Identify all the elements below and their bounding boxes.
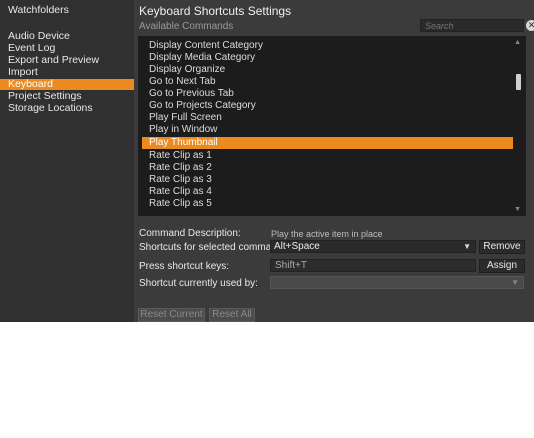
shortcut-keys-input[interactable] (270, 259, 476, 272)
assign-button[interactable]: Assign (479, 259, 525, 273)
list-item[interactable]: Go to Next Tab (138, 76, 514, 88)
scroll-up-arrow-icon[interactable]: ▲ (514, 39, 521, 46)
reset-all-button[interactable]: Reset All (209, 308, 255, 322)
sidebar-item-watchfolders[interactable]: Watchfolders (0, 5, 134, 16)
list-item[interactable]: Go to Previous Tab (138, 88, 514, 100)
sidebar-item-storage-locations[interactable]: Storage Locations (0, 103, 134, 114)
sidebar: Watchfolders Audio Device Event Log Expo… (0, 0, 134, 322)
reset-current-button[interactable]: Reset Current (138, 308, 205, 322)
scroll-down-arrow-icon[interactable]: ▼ (514, 206, 521, 213)
list-item[interactable]: Display Content Category (138, 40, 514, 52)
close-circle-icon[interactable]: ✕ (526, 20, 534, 31)
list-item[interactable]: Play in Window (138, 124, 514, 136)
list-item[interactable]: Rate Clip as 5 (138, 198, 514, 210)
list-item[interactable]: Rate Clip as 2 (138, 162, 514, 174)
list-item[interactable]: Rate Clip as 4 (138, 186, 514, 198)
command-description-value: Play the active item in place (271, 229, 383, 239)
list-item[interactable]: Rate Clip as 1 (138, 150, 514, 162)
list-item[interactable]: Display Media Category (138, 52, 514, 64)
search-box: ✕ (420, 19, 534, 32)
search-input[interactable] (425, 20, 511, 31)
sidebar-item-keyboard[interactable]: Keyboard (0, 79, 134, 90)
press-shortcut-label: Press shortcut keys: (139, 261, 230, 272)
remove-button[interactable]: Remove (479, 240, 525, 254)
main-panel: Keyboard Shortcuts Settings Available Co… (134, 0, 534, 322)
settings-window: Watchfolders Audio Device Event Log Expo… (0, 0, 534, 322)
command-description-label: Command Description: (139, 228, 241, 239)
sidebar-item-import[interactable]: Import (0, 67, 134, 78)
sidebar-item-export-and-preview[interactable]: Export and Preview (0, 55, 134, 66)
list-item[interactable]: Display Organize (138, 64, 514, 76)
list-item[interactable]: Play Full Screen (138, 112, 514, 124)
used-by-dropdown[interactable]: ▼ (270, 276, 524, 289)
chevron-down-icon: ▼ (463, 242, 471, 251)
available-commands-label: Available Commands (139, 21, 234, 32)
list-item[interactable]: Rate Clip as 3 (138, 174, 514, 186)
scrollbar-thumb[interactable] (516, 74, 521, 90)
chevron-down-icon: ▼ (511, 278, 519, 287)
used-by-label: Shortcut currently used by: (139, 278, 258, 289)
sidebar-item-project-settings[interactable]: Project Settings (0, 91, 134, 102)
shortcuts-dropdown-value: Alt+Space (274, 241, 320, 252)
shortcuts-label: Shortcuts for selected command: (139, 242, 286, 253)
list-item-selected[interactable]: Play Thumbnail (142, 137, 513, 149)
page-title: Keyboard Shortcuts Settings (139, 4, 292, 18)
command-list[interactable]: Display Content Category Display Media C… (138, 36, 526, 216)
sidebar-item-event-log[interactable]: Event Log (0, 43, 134, 54)
shortcuts-dropdown[interactable]: Alt+Space ▼ (270, 240, 476, 253)
list-item[interactable]: Go to Projects Category (138, 100, 514, 112)
sidebar-item-audio-device[interactable]: Audio Device (0, 31, 134, 42)
